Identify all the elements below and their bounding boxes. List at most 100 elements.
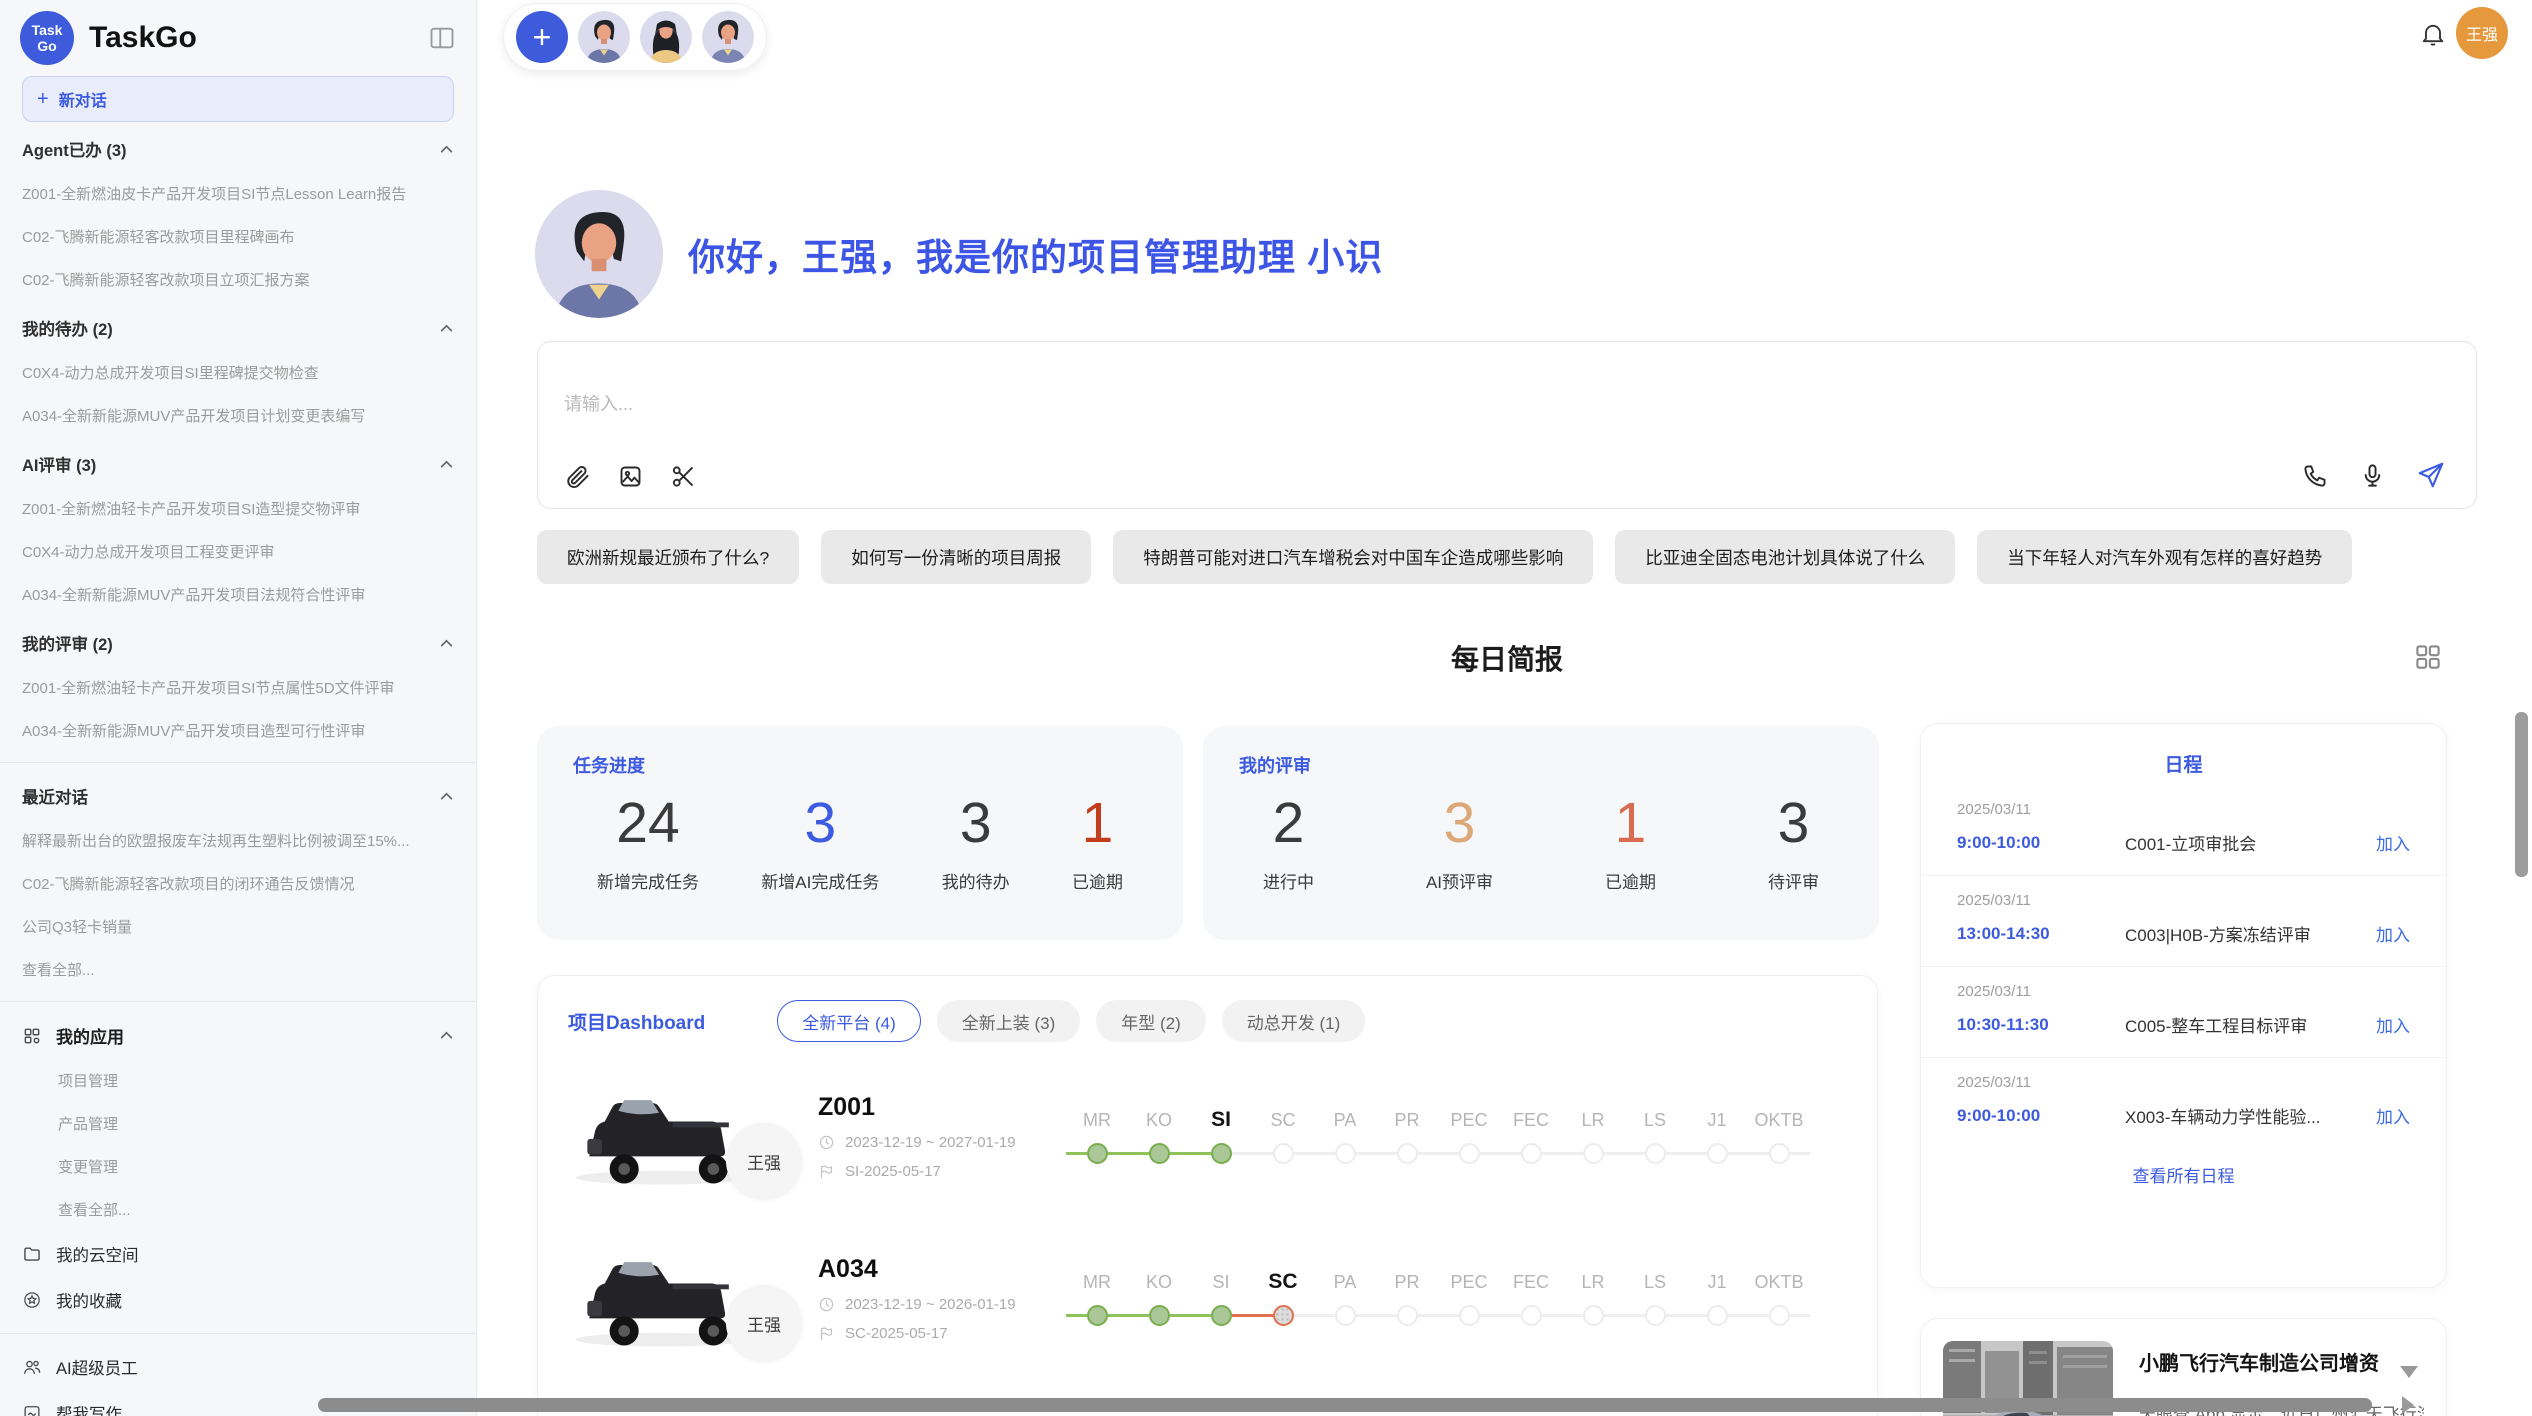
sidebar-section-header[interactable]: 最近对话: [0, 773, 476, 819]
chat-input[interactable]: [564, 394, 1964, 415]
sidebar-task-item[interactable]: C02-飞腾新能源轻客改款项目里程碑画布: [0, 215, 476, 258]
new-chat-button[interactable]: + 新对话: [22, 76, 454, 122]
chevron-up-icon[interactable]: [439, 636, 454, 651]
sidebar-task-item[interactable]: C0X4-动力总成开发项目工程变更评审: [0, 530, 476, 573]
event-join-link[interactable]: 加入: [2376, 1012, 2410, 1037]
milestone-cell: PA: [1314, 1106, 1376, 1166]
sidebar-recent-item[interactable]: 公司Q3轻卡销量: [0, 905, 476, 948]
scroll-down-arrow[interactable]: [2400, 1366, 2418, 1378]
sidebar-item-star[interactable]: 我的收藏: [0, 1277, 476, 1323]
project-code: A034: [818, 1255, 1058, 1284]
sidebar-section-header[interactable]: 我的评审 (2): [0, 620, 476, 666]
notifications-bell-icon[interactable]: [2419, 20, 2447, 48]
phone-icon[interactable]: [2302, 462, 2329, 489]
milestone-dot: [1459, 1143, 1480, 1164]
suggestion-chip[interactable]: 如何写一份清晰的项目周报: [821, 530, 1091, 584]
sidebar-item-people[interactable]: AI超级员工: [0, 1344, 476, 1390]
milestone-connector: [1790, 1314, 1811, 1317]
scissors-icon[interactable]: [670, 463, 697, 490]
event-join-link[interactable]: 加入: [2376, 1103, 2410, 1128]
suggestion-chip[interactable]: 特朗普可能对进口汽车增税会对中国车企造成哪些影响: [1113, 530, 1593, 584]
view-all-apps-link[interactable]: 查看全部...: [0, 1188, 476, 1231]
view-all-schedule-link[interactable]: 查看所有日程: [1921, 1148, 2446, 1201]
view-all-conversations-link[interactable]: 查看全部...: [0, 948, 476, 991]
suggestion-chip[interactable]: 欧洲新规最近颁布了什么?: [537, 530, 799, 584]
sidebar-app-item[interactable]: 变更管理: [0, 1145, 476, 1188]
microphone-icon[interactable]: [2359, 462, 2386, 489]
sidebar-apps-section: 我的应用项目管理产品管理变更管理查看全部...: [0, 1012, 476, 1231]
sidebar-recent-section: 最近对话解释最新出台的欧盟报废车法规再生塑料比例被调至15%...C02-飞腾新…: [0, 773, 476, 991]
milestone-connector: [1108, 1152, 1129, 1155]
image-icon[interactable]: [617, 463, 644, 490]
assistant-avatar-2[interactable]: [640, 11, 692, 63]
event-join-link[interactable]: 加入: [2376, 921, 2410, 946]
sidebar-recent-item[interactable]: 解释最新出台的欧盟报废车法规再生塑料比例被调至15%...: [0, 819, 476, 862]
project-vehicle-image: 王强: [566, 1077, 756, 1195]
milestone-label: PEC: [1438, 1268, 1500, 1296]
milestone-connector: [1542, 1314, 1563, 1317]
milestone-dot: [1707, 1143, 1728, 1164]
milestone-connector: [1128, 1152, 1149, 1155]
chevron-up-icon[interactable]: [439, 142, 454, 157]
people-icon: [22, 1357, 42, 1377]
sidebar-task-item[interactable]: Z001-全新燃油轻卡产品开发项目SI节点属性5D文件评审: [0, 666, 476, 709]
milestone-dot-row: [1686, 1302, 1748, 1328]
send-icon[interactable]: [2416, 460, 2446, 490]
attachment-toolbar: [564, 463, 697, 490]
paperclip-icon[interactable]: [564, 463, 591, 490]
sidebar-item-folder[interactable]: 我的云空间: [0, 1231, 476, 1277]
event-join-link[interactable]: 加入: [2376, 830, 2410, 855]
my-review-card: 我的评审 2进行中3AI预评审1已逾期3待评审: [1203, 726, 1879, 940]
milestone-label: OKTB: [1748, 1106, 1810, 1134]
milestone-label: SC: [1252, 1268, 1314, 1296]
sidebar-app-item[interactable]: 产品管理: [0, 1102, 476, 1145]
stat-item: 3新增AI完成任务: [761, 794, 879, 893]
milestone-dot: [1459, 1305, 1480, 1326]
milestone-connector: [1748, 1314, 1769, 1317]
sidebar-item-my-apps[interactable]: 我的应用: [0, 1012, 476, 1059]
dashboard-tab[interactable]: 年型 (2): [1096, 1000, 1206, 1042]
sidebar-task-item[interactable]: A034-全新新能源MUV产品开发项目造型可行性评审: [0, 709, 476, 752]
sidebar-task-item[interactable]: A034-全新新能源MUV产品开发项目计划变更表编写: [0, 394, 476, 437]
sidebar-collapse-icon[interactable]: [428, 24, 456, 52]
sidebar-task-item[interactable]: C02-飞腾新能源轻客改款项目立项汇报方案: [0, 258, 476, 301]
sidebar-task-item[interactable]: Z001-全新燃油皮卡产品开发项目SI节点Lesson Learn报告: [0, 172, 476, 215]
sidebar-recent-item[interactable]: C02-飞腾新能源轻客改款项目的闭环通告反馈情况: [0, 862, 476, 905]
app-logo: Task Go: [20, 11, 74, 65]
dashboard-tab[interactable]: 全新平台 (4): [777, 1000, 921, 1042]
project-flag-row: SI-2025-05-17: [818, 1163, 1058, 1180]
milestone-dot-row: [1066, 1140, 1128, 1166]
greeting-text: 你好，王强，我是你的项目管理助理 小识: [688, 190, 1383, 318]
event-name: C001-立项审批会: [2125, 830, 2376, 855]
dashboard-tab[interactable]: 全新上装 (3): [937, 1000, 1081, 1042]
sidebar-section-header[interactable]: Agent已办 (3): [0, 126, 476, 172]
sidebar-task-item[interactable]: A034-全新新能源MUV产品开发项目法规符合性评审: [0, 573, 476, 616]
star-icon: [22, 1290, 42, 1310]
chevron-up-icon[interactable]: [439, 321, 454, 336]
scroll-right-arrow[interactable]: [2402, 1396, 2414, 1414]
milestone-dot-row: [1252, 1302, 1314, 1328]
sidebar-task-item[interactable]: C0X4-动力总成开发项目SI里程碑提交物检查: [0, 351, 476, 394]
horizontal-scrollbar[interactable]: [318, 1398, 2372, 1412]
milestone-connector: [1128, 1314, 1149, 1317]
milestone-dot: [1707, 1305, 1728, 1326]
chevron-up-icon[interactable]: [439, 789, 454, 804]
chevron-up-icon[interactable]: [439, 1028, 454, 1043]
user-avatar[interactable]: 王强: [2456, 7, 2508, 59]
sidebar-app-item[interactable]: 项目管理: [0, 1059, 476, 1102]
vertical-scrollbar[interactable]: [2515, 712, 2528, 877]
sidebar-link-label: 我的收藏: [56, 1288, 122, 1312]
assistant-avatar-1[interactable]: [578, 11, 630, 63]
add-assistant-button[interactable]: +: [516, 11, 568, 63]
dashboard-tab[interactable]: 动总开发 (1): [1222, 1000, 1366, 1042]
sidebar-section-header[interactable]: 我的待办 (2): [0, 305, 476, 351]
milestone-label: KO: [1128, 1268, 1190, 1296]
sidebar-task-item[interactable]: Z001-全新燃油轻卡产品开发项目SI造型提交物评审: [0, 487, 476, 530]
chevron-up-icon[interactable]: [439, 457, 454, 472]
sidebar-section-header[interactable]: AI评审 (3): [0, 441, 476, 487]
assistant-avatar-3[interactable]: [702, 11, 754, 63]
suggestion-chip[interactable]: 比亚迪全固态电池计划具体说了什么: [1615, 530, 1955, 584]
stat-value: 3: [1768, 794, 1819, 854]
suggestion-chip[interactable]: 当下年轻人对汽车外观有怎样的喜好趋势: [1977, 530, 2352, 584]
layout-grid-icon[interactable]: [2413, 642, 2443, 672]
